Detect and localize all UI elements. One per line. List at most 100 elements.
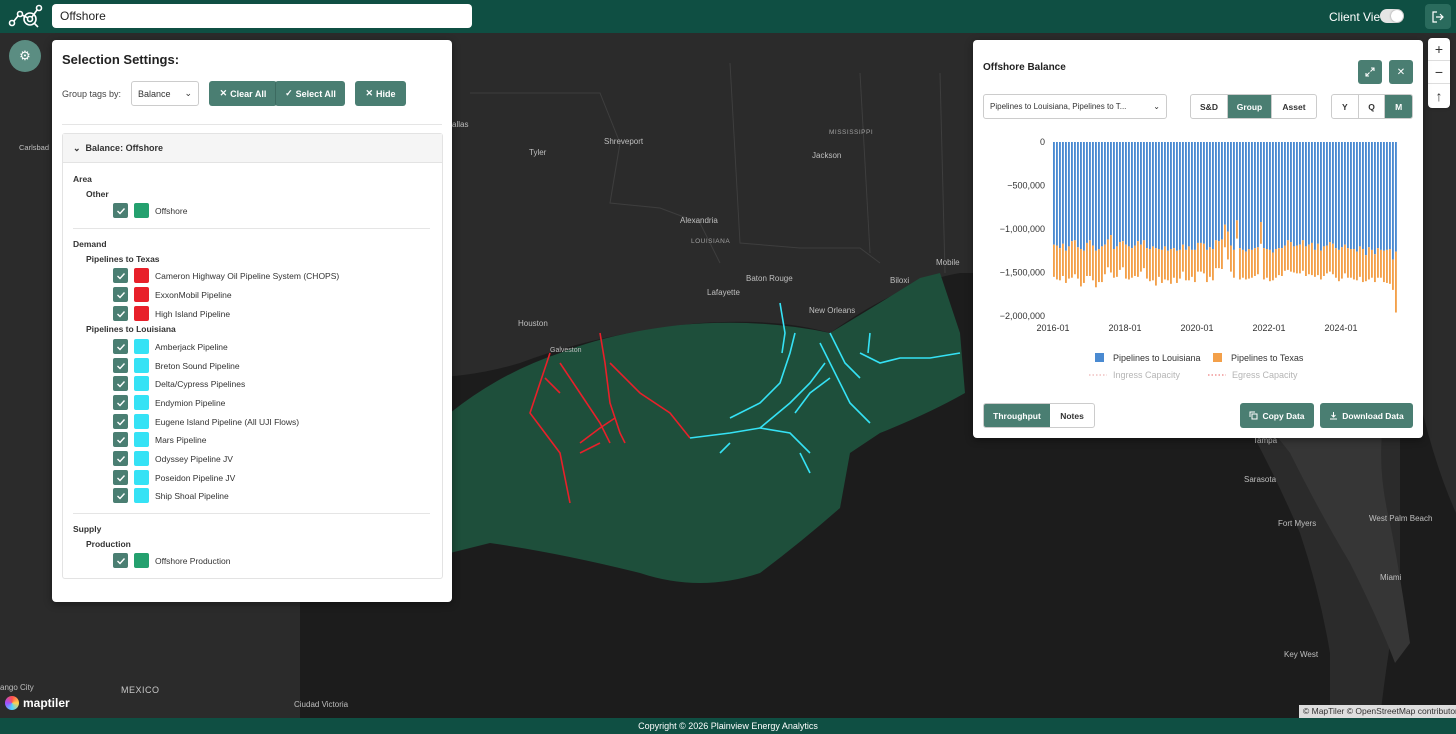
color-swatch[interactable] (134, 488, 149, 503)
clear-all-button[interactable]: ✕ Clear All (209, 81, 277, 106)
series-filter-select[interactable]: Pipelines to Louisiana, Pipelines to T..… (983, 94, 1167, 119)
tag-row[interactable]: Endymion Pipeline (113, 395, 225, 410)
city-label: Tyler (529, 148, 547, 157)
tag-row[interactable]: Odyssey Pipeline JV (113, 451, 233, 466)
city-label: allas (452, 120, 469, 129)
balance-chart[interactable]: 0 −500,000 −1,000,000 −1,500,000 −2,000,000 2… (973, 130, 1423, 390)
client-view-toggle[interactable] (1380, 9, 1404, 23)
bar-louisiana (1308, 142, 1310, 245)
bar-texas (1389, 249, 1391, 284)
view-mode-asset[interactable]: Asset (1272, 95, 1316, 118)
bar-texas (1179, 249, 1181, 279)
checkbox[interactable] (113, 268, 128, 283)
tag-row[interactable]: Delta/Cypress Pipelines (113, 376, 245, 391)
period-month[interactable]: M (1385, 95, 1412, 118)
accordion-header[interactable]: ⌄ Balance: Offshore (63, 134, 442, 163)
copy-data-button[interactable]: Copy Data (1240, 403, 1314, 428)
color-swatch[interactable] (134, 268, 149, 283)
city-label: Baton Rouge (746, 274, 793, 283)
tag-row[interactable]: Eugene Island Pipeline (All UJI Flows) (113, 414, 299, 429)
subsection-louisiana: Pipelines to Louisiana (86, 324, 176, 334)
expand-button[interactable] (1358, 60, 1382, 84)
tag-row[interactable]: Poseidon Pipeline JV (113, 470, 235, 485)
hide-button[interactable]: ✕ Hide (355, 81, 406, 106)
compass-button[interactable]: ↑ (1428, 84, 1450, 107)
checkbox[interactable] (113, 287, 128, 302)
logout-button[interactable] (1425, 4, 1451, 29)
color-swatch[interactable] (134, 414, 149, 429)
view-mode-group[interactable]: Group (1228, 95, 1272, 118)
view-mode-sd[interactable]: S&D (1191, 95, 1228, 118)
maptiler-logo[interactable]: maptiler (5, 696, 70, 710)
tag-label: Breton Sound Pipeline (155, 360, 240, 371)
tag-row[interactable]: Ship Shoal Pipeline (113, 488, 229, 503)
chevron-down-icon: ⌄ (1153, 102, 1160, 111)
checkbox[interactable] (113, 376, 128, 391)
checkbox[interactable] (113, 358, 128, 373)
tag-row[interactable]: High Island Pipeline (113, 306, 230, 321)
tag-row[interactable]: Offshore Production (113, 553, 230, 568)
tag-label: Endymion Pipeline (155, 397, 226, 408)
bar-texas (1185, 249, 1187, 281)
logo-icon[interactable] (8, 3, 44, 29)
subsection-texas: Pipelines to Texas (86, 254, 160, 264)
tab-throughput[interactable]: Throughput (984, 404, 1050, 427)
city-label: Lafayette (707, 288, 740, 297)
checkbox[interactable] (113, 488, 128, 503)
checkbox[interactable] (113, 306, 128, 321)
color-swatch[interactable] (134, 470, 149, 485)
region-label: MISSISSIPPI (829, 129, 874, 136)
color-swatch[interactable] (134, 203, 149, 218)
bar-texas (1287, 240, 1289, 270)
settings-button[interactable]: ⚙ (9, 40, 41, 72)
checkbox[interactable] (113, 339, 128, 354)
checkbox[interactable] (113, 451, 128, 466)
bar-louisiana (1161, 142, 1163, 250)
bar-texas (1269, 249, 1271, 282)
tag-row[interactable]: Mars Pipeline (113, 432, 207, 447)
period-quarter[interactable]: Q (1359, 95, 1386, 118)
checkbox[interactable] (113, 203, 128, 218)
color-swatch[interactable] (134, 287, 149, 302)
x-tick-label: 2024-01 (1324, 323, 1357, 333)
tag-row[interactable]: ExxonMobil Pipeline (113, 287, 232, 302)
color-swatch[interactable] (134, 451, 149, 466)
color-swatch[interactable] (134, 306, 149, 321)
color-swatch[interactable] (134, 376, 149, 391)
checkbox[interactable] (113, 553, 128, 568)
zoom-out-button[interactable]: − (1428, 61, 1450, 84)
bar-louisiana (1335, 142, 1337, 249)
bar-louisiana (1317, 142, 1319, 244)
bar-texas (1104, 244, 1106, 275)
tag-row[interactable]: Offshore (113, 203, 187, 218)
tag-label: Odyssey Pipeline JV (155, 453, 233, 464)
color-swatch[interactable] (134, 358, 149, 373)
bar-louisiana (1053, 142, 1055, 245)
select-all-button[interactable]: ✓ Select All (275, 81, 345, 106)
checkbox[interactable] (113, 470, 128, 485)
bar-louisiana (1167, 142, 1169, 251)
period-year[interactable]: Y (1332, 95, 1359, 118)
bar-texas (1296, 245, 1298, 274)
search-input[interactable] (52, 4, 472, 28)
color-swatch[interactable] (134, 432, 149, 447)
group-by-select[interactable]: Balance ⌄ (131, 81, 199, 106)
checkbox[interactable] (113, 432, 128, 447)
zoom-in-button[interactable]: + (1428, 38, 1450, 61)
tag-row[interactable]: Amberjack Pipeline (113, 339, 228, 354)
tag-row[interactable]: Cameron Highway Oil Pipeline System (CHO… (113, 268, 339, 283)
legend-swatch (1095, 353, 1104, 362)
city-label: Galveston (550, 347, 582, 354)
color-swatch[interactable] (134, 553, 149, 568)
map-attribution[interactable]: © MapTiler © OpenStreetMap contributors (1299, 705, 1456, 718)
checkbox[interactable] (113, 395, 128, 410)
download-data-button[interactable]: Download Data (1320, 403, 1413, 428)
bar-texas (1272, 252, 1274, 281)
color-swatch[interactable] (134, 395, 149, 410)
close-button[interactable]: ✕ (1389, 60, 1413, 84)
bar-texas (1299, 244, 1301, 274)
checkbox[interactable] (113, 414, 128, 429)
tab-notes[interactable]: Notes (1050, 404, 1094, 427)
color-swatch[interactable] (134, 339, 149, 354)
tag-row[interactable]: Breton Sound Pipeline (113, 358, 240, 373)
